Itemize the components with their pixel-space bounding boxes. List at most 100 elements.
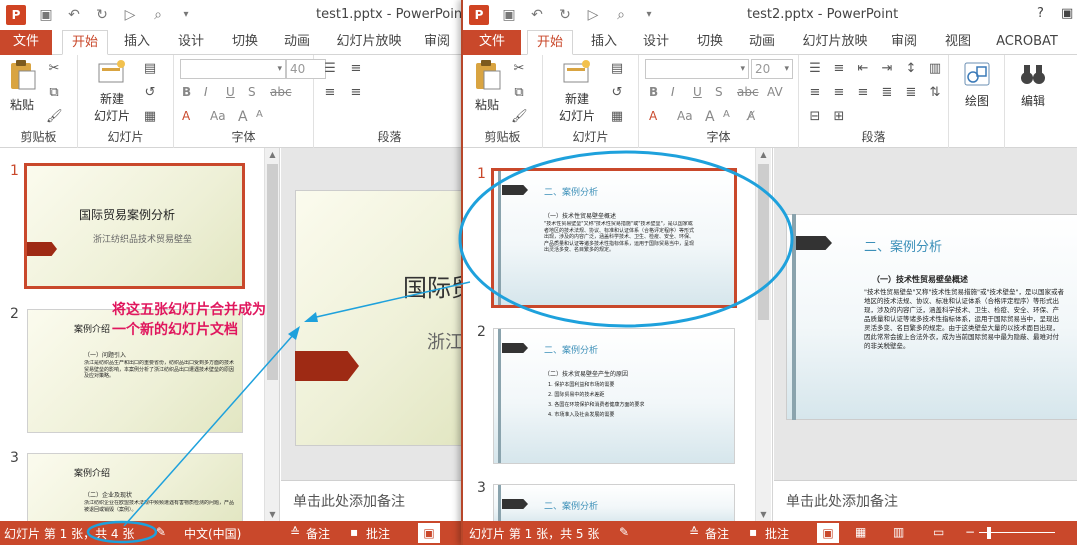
notes-pane[interactable]: 单击此处添加备注 <box>281 480 465 521</box>
layout-icon[interactable]: ▤ <box>609 61 625 77</box>
tab-view[interactable]: 视图 <box>935 30 981 55</box>
zoom-slider-handle[interactable] <box>987 527 991 539</box>
align-left-icon[interactable]: ≡ <box>807 85 823 101</box>
layout-icon[interactable]: ▤ <box>142 61 158 77</box>
character-spacing-icon[interactable]: AV <box>767 85 783 99</box>
increase-indent-icon[interactable]: ⇥ <box>879 61 895 77</box>
align-center-icon[interactable]: ≡ <box>348 85 364 101</box>
new-slide-button[interactable]: 新建 幻灯片 <box>86 59 138 124</box>
normal-view-icon[interactable]: ▣ <box>817 523 839 543</box>
tab-animations[interactable]: 动画 <box>274 30 320 55</box>
section-icon[interactable]: ▦ <box>142 109 158 125</box>
underline-icon[interactable]: U <box>226 85 235 99</box>
tab-acrobat[interactable]: ACROBAT <box>991 30 1063 55</box>
reading-view-icon[interactable]: ▥ <box>893 525 904 539</box>
increase-font-icon[interactable]: A <box>705 109 715 125</box>
comments-icon[interactable]: ▪ <box>350 525 358 539</box>
font-family-combo[interactable]: ▾ <box>180 59 286 79</box>
tab-home[interactable]: 开始 <box>527 30 573 55</box>
align-text-icon[interactable]: ⊟ <box>807 109 823 125</box>
tab-transitions[interactable]: 切换 <box>222 30 268 55</box>
strikethrough-icon[interactable]: abc <box>737 85 759 99</box>
scroll-up-icon[interactable]: ▲ <box>265 150 279 159</box>
save-icon[interactable]: ▣ <box>38 7 54 23</box>
tab-insert[interactable]: 插入 <box>581 30 627 55</box>
paste-button[interactable]: 粘贴 <box>469 59 505 113</box>
scroll-down-icon[interactable]: ▼ <box>265 510 279 519</box>
decrease-font-icon[interactable]: A <box>256 109 263 120</box>
new-slide-button[interactable]: 新建 幻灯片 <box>551 59 603 124</box>
bold-icon[interactable]: B <box>182 85 191 99</box>
comments-button[interactable]: 批注 <box>765 525 789 542</box>
comments-icon[interactable]: ▪ <box>749 525 757 539</box>
main-slide-body[interactable]: "技术性贸易壁垒"又称"技术性贸易措施"或"技术壁垒"，是以国家或者地区的技术法… <box>864 288 1064 350</box>
thumbnail-scrollbar[interactable]: ▲ ▼ <box>755 148 771 521</box>
notes-icon[interactable]: ≙ <box>689 525 699 539</box>
notes-button[interactable]: 备注 <box>306 525 330 542</box>
font-color-icon[interactable]: A <box>182 109 190 123</box>
text-direction-icon[interactable]: ⇅ <box>927 85 943 101</box>
tab-file[interactable]: 文件 <box>463 30 521 55</box>
tab-transitions[interactable]: 切换 <box>687 30 733 55</box>
italic-icon[interactable]: I <box>204 85 208 99</box>
tab-design[interactable]: 设计 <box>633 30 679 55</box>
notes-pane[interactable]: 单击此处添加备注 <box>774 480 1077 521</box>
tab-slideshow[interactable]: 幻灯片放映 <box>330 30 408 55</box>
clear-formatting-icon[interactable]: A̸ <box>747 109 755 123</box>
normal-view-icon[interactable]: ▣ <box>418 523 440 543</box>
scroll-down-icon[interactable]: ▼ <box>756 510 771 519</box>
section-icon[interactable]: ▦ <box>609 109 625 125</box>
slideshow-from-start-icon[interactable]: ▷ <box>585 7 601 23</box>
bullets-icon[interactable]: ☰ <box>322 61 338 77</box>
notes-icon[interactable]: ≙ <box>290 525 300 539</box>
language-status[interactable]: 中文(中国) <box>184 525 241 542</box>
redo-icon[interactable]: ↻ <box>557 7 573 23</box>
thumbnail-scrollbar[interactable]: ▲ ▼ <box>264 148 279 521</box>
main-slide-canvas[interactable] <box>295 190 465 446</box>
spell-check-icon[interactable]: ✎ <box>156 525 166 539</box>
reset-icon[interactable]: ↺ <box>609 85 625 101</box>
font-size-combo[interactable]: 20 ▾ <box>751 59 793 79</box>
scroll-up-icon[interactable]: ▲ <box>756 150 771 159</box>
undo-icon[interactable]: ↶ <box>66 7 82 23</box>
smartart-icon[interactable]: ⊞ <box>831 109 847 125</box>
copy-icon[interactable]: ⧉ <box>511 85 527 101</box>
tab-design[interactable]: 设计 <box>168 30 214 55</box>
bullets-icon[interactable]: ☰ <box>807 61 823 77</box>
reset-icon[interactable]: ↺ <box>142 85 158 101</box>
spell-check-icon[interactable]: ✎ <box>619 525 629 539</box>
align-left-icon[interactable]: ≡ <box>322 85 338 101</box>
change-case-icon[interactable]: Aa <box>210 109 226 123</box>
drawing-button[interactable]: 绘图 <box>957 61 997 109</box>
main-slide-heading[interactable]: （一）技术性贸易壁垒概述 <box>872 274 968 285</box>
slideshow-from-start-icon[interactable]: ▷ <box>122 7 138 23</box>
underline-icon[interactable]: U <box>693 85 702 99</box>
format-painter-icon[interactable]: 🖌 <box>511 109 528 125</box>
main-slide-title[interactable]: 国际贸 <box>403 268 465 303</box>
tab-home[interactable]: 开始 <box>62 30 108 55</box>
cut-icon[interactable]: ✂ <box>511 61 527 77</box>
slide-thumbnail-3[interactable]: 案例介绍 （二）企业及现状 浙江纺织企业在欧盟技术法规中频频遭遇有害物质检测的问… <box>27 453 243 521</box>
decrease-indent-icon[interactable]: ⇤ <box>855 61 871 77</box>
tab-animations[interactable]: 动画 <box>739 30 785 55</box>
slideshow-view-icon[interactable]: ▭ <box>933 525 944 539</box>
justify-icon[interactable]: ≣ <box>879 85 895 101</box>
help-button[interactable]: ? <box>1037 6 1044 21</box>
slide-thumbnail-3[interactable]: 二、案例分析 <box>493 484 735 521</box>
paste-button[interactable]: 粘贴 <box>4 59 40 113</box>
shadow-icon[interactable]: S <box>715 85 723 99</box>
italic-icon[interactable]: I <box>671 85 675 99</box>
redo-icon[interactable]: ↻ <box>94 7 110 23</box>
tab-file[interactable]: 文件 <box>0 30 52 55</box>
numbering-icon[interactable]: ≡ <box>831 61 847 77</box>
columns-icon[interactable]: ▥ <box>927 61 943 77</box>
increase-font-icon[interactable]: A <box>238 109 248 125</box>
customize-qat-icon[interactable]: ▾ <box>178 7 194 23</box>
print-preview-icon[interactable]: ⌕ <box>150 7 166 23</box>
numbering-icon[interactable]: ≡ <box>348 61 364 77</box>
font-color-icon[interactable]: A <box>649 109 657 123</box>
zoom-out-icon[interactable]: − <box>965 525 975 539</box>
slide-thumbnail-1[interactable]: 国际贸易案例分析 浙江纺织品技术贸易壁垒 <box>24 163 245 289</box>
font-family-combo[interactable]: ▾ <box>645 59 749 79</box>
powerpoint-logo-icon[interactable]: P <box>469 5 489 25</box>
